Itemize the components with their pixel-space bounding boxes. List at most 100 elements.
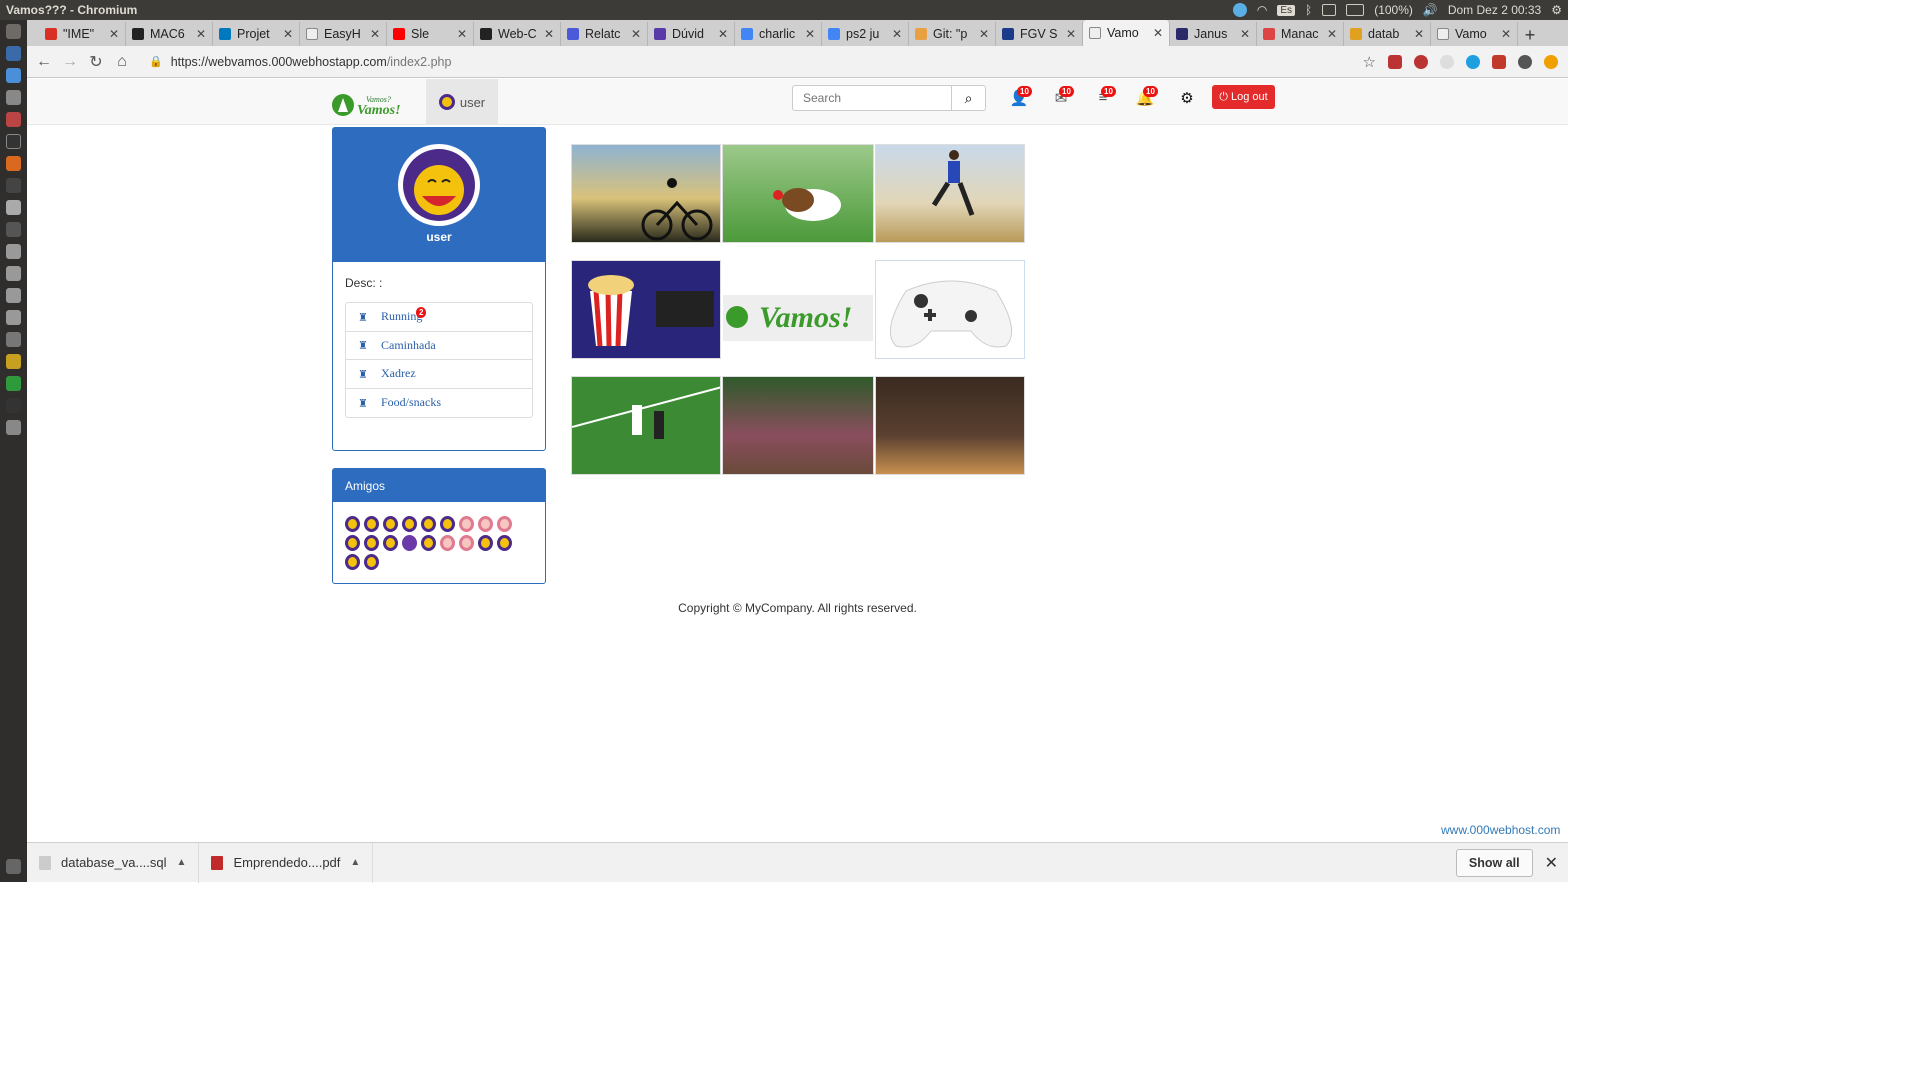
photo-soccer[interactable] (571, 376, 721, 475)
friend-avatar[interactable] (364, 516, 379, 532)
download-item[interactable]: Emprendedo....pdf ▲ (199, 842, 374, 883)
webhost-link[interactable]: www.000webhost.com (1441, 823, 1560, 837)
lock-icon[interactable]: 🔒 (149, 55, 163, 68)
messages-button[interactable]: ✉ 10 (1049, 86, 1074, 109)
tab-close-icon[interactable]: ✕ (631, 27, 641, 41)
forward-icon[interactable]: → (57, 53, 83, 71)
extension-icon[interactable] (1414, 54, 1428, 69)
friend-requests-button[interactable]: 👤 10 (1007, 86, 1032, 109)
friend-avatar[interactable] (364, 554, 379, 570)
friend-avatar[interactable] (478, 516, 493, 532)
photo-beagle[interactable] (722, 144, 874, 243)
tab-close-icon[interactable]: ✕ (1501, 27, 1511, 41)
launcher-app-icon[interactable] (6, 222, 21, 237)
activity-item-running[interactable]: ♜ Running 2 (346, 303, 532, 332)
launcher-app-icon[interactable] (6, 200, 21, 215)
launcher-app-icon[interactable] (6, 90, 21, 105)
browser-tab[interactable]: Vamo ✕ (1083, 20, 1170, 46)
bookmark-star-icon[interactable]: ☆ (1363, 53, 1376, 71)
activity-item-caminhada[interactable]: ♜ Caminhada (346, 332, 532, 360)
back-icon[interactable]: ← (31, 53, 57, 71)
browser-tab[interactable]: Vamo ✕ (1431, 22, 1518, 46)
friend-avatar[interactable] (402, 516, 417, 532)
browser-tab[interactable]: charlic ✕ (735, 22, 822, 46)
wifi-icon[interactable]: ◠ (1257, 3, 1267, 17)
launcher-app-icon[interactable] (6, 354, 21, 369)
browser-tab[interactable]: Projet ✕ (213, 22, 300, 46)
browser-tab[interactable]: Sle ✕ (387, 22, 474, 46)
home-icon[interactable]: ⌂ (109, 53, 135, 71)
browser-tab[interactable]: Relatc ✕ (561, 22, 648, 46)
photo-garden[interactable] (722, 376, 874, 475)
photo-vamos-logo[interactable]: Vamos! (722, 260, 874, 359)
friend-avatar[interactable] (440, 516, 455, 532)
trash-icon[interactable] (6, 859, 21, 874)
tab-close-icon[interactable]: ✕ (1066, 27, 1076, 41)
profile-icon[interactable] (1518, 54, 1532, 69)
photo-game-controller[interactable] (875, 260, 1025, 359)
friend-avatar[interactable] (478, 535, 493, 551)
chevron-up-icon[interactable]: ▲ (350, 857, 360, 868)
update-icon[interactable] (1544, 54, 1558, 69)
friend-avatar[interactable] (421, 516, 436, 532)
alerts-button[interactable]: 🔔 10 (1133, 86, 1158, 109)
launcher-app-icon[interactable] (6, 266, 21, 281)
browser-tab[interactable]: Janus ✕ (1170, 22, 1257, 46)
launcher-amazon-icon[interactable] (6, 178, 21, 193)
friend-avatar[interactable] (345, 516, 360, 532)
tab-close-icon[interactable]: ✕ (283, 27, 293, 41)
tab-close-icon[interactable]: ✕ (718, 27, 728, 41)
browser-tab[interactable]: Manac ✕ (1257, 22, 1344, 46)
browser-tab[interactable]: EasyH ✕ (300, 22, 387, 46)
launcher-chromium-icon[interactable] (6, 68, 21, 83)
launcher-app-icon[interactable] (6, 46, 21, 61)
browser-tab[interactable]: Git: "p ✕ (909, 22, 996, 46)
friend-avatar[interactable] (459, 535, 474, 551)
tab-close-icon[interactable]: ✕ (1327, 27, 1337, 41)
site-logo[interactable]: Vamos? Vamos! (332, 92, 416, 118)
photo-popcorn[interactable] (571, 260, 721, 359)
tab-close-icon[interactable]: ✕ (544, 27, 554, 41)
search-button[interactable]: ⌕ (952, 85, 986, 111)
address-bar[interactable]: 🔒 https://webvamos.000webhostapp.com/ind… (141, 50, 1321, 74)
search-input[interactable] (792, 85, 952, 111)
clock[interactable]: Dom Dez 2 00:33 (1448, 3, 1541, 17)
launcher-terminal-icon[interactable] (6, 134, 21, 149)
browser-tab[interactable]: ps2 ju ✕ (822, 22, 909, 46)
browser-tab[interactable]: datab ✕ (1344, 22, 1431, 46)
extension-icon[interactable] (1492, 54, 1506, 69)
show-all-button[interactable]: Show all (1455, 848, 1533, 877)
friend-avatar[interactable] (383, 516, 398, 532)
launcher-app-icon[interactable] (6, 332, 21, 347)
friend-avatar[interactable] (440, 535, 455, 551)
battery-icon[interactable] (1346, 4, 1365, 16)
browser-tab[interactable]: "IME" ✕ (39, 22, 126, 46)
activity-item-xadrez[interactable]: ♜ Xadrez (346, 360, 532, 389)
tab-close-icon[interactable]: ✕ (457, 27, 467, 41)
settings-button[interactable]: ⚙ (1175, 89, 1199, 109)
friend-avatar[interactable] (364, 535, 379, 551)
tab-close-icon[interactable]: ✕ (109, 27, 119, 41)
browser-tab[interactable]: FGV S ✕ (996, 22, 1083, 46)
user-menu[interactable]: user (426, 79, 498, 125)
launcher-app-icon[interactable] (6, 420, 21, 435)
friend-avatar[interactable] (345, 554, 360, 570)
friend-avatar[interactable] (383, 535, 398, 551)
friend-avatar[interactable] (497, 535, 512, 551)
bluetooth-icon[interactable]: ᛒ (1305, 3, 1312, 17)
launcher-app-icon[interactable] (6, 398, 21, 413)
launcher-app-icon[interactable] (6, 310, 21, 325)
activity-item-food[interactable]: ♜ Food/snacks (346, 389, 532, 418)
logout-button[interactable]: ⏻ Log out (1212, 85, 1275, 109)
tab-close-icon[interactable]: ✕ (805, 27, 815, 41)
photo-chefs[interactable] (875, 376, 1025, 475)
close-icon[interactable]: ✕ (1545, 853, 1558, 873)
browser-tab[interactable]: Dúvid ✕ (648, 22, 735, 46)
photo-runner[interactable] (875, 144, 1025, 243)
friend-avatar[interactable] (345, 535, 360, 551)
keyboard-layout[interactable]: Es (1277, 4, 1295, 16)
launcher-app-icon[interactable] (6, 112, 21, 127)
launcher-software-icon[interactable] (6, 156, 21, 171)
friend-avatar[interactable] (421, 535, 436, 551)
tab-close-icon[interactable]: ✕ (370, 27, 380, 41)
